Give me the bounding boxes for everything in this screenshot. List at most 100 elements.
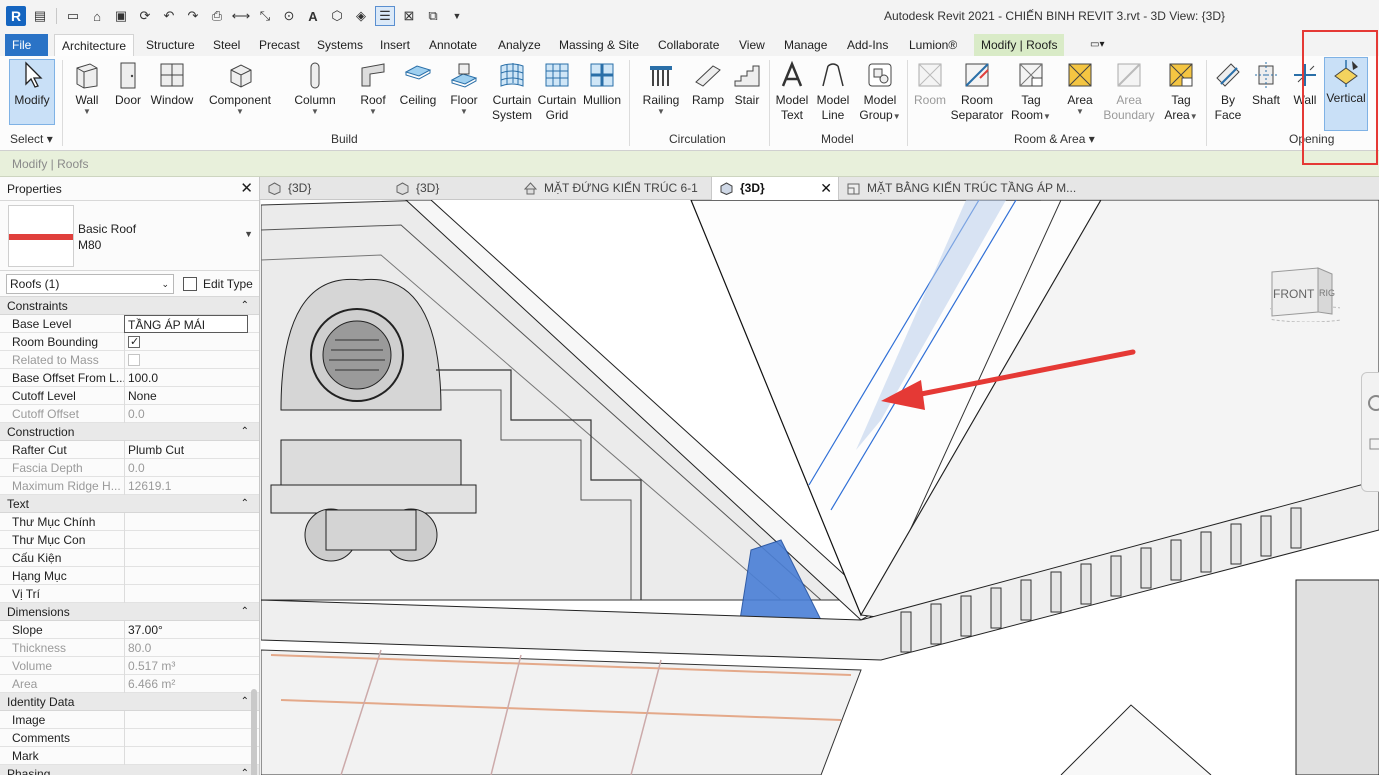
tab-modify-roofs[interactable]: Modify | Roofs [974,34,1065,56]
group-construction[interactable]: Construction ⌃ [0,423,259,441]
view-tab-3d-2[interactable]: {3D} [388,177,513,200]
cutoff-level-field[interactable]: None [124,387,248,405]
ramp-button[interactable]: Ramp [690,60,726,108]
rafter-cut-field[interactable]: Plumb Cut [124,441,248,459]
tab-architecture[interactable]: Architecture [54,34,135,56]
model-line-button[interactable]: Model Line [814,60,852,123]
curtain-system-button[interactable]: Curtain System [490,60,534,123]
tab-add-ins[interactable]: Add-Ins [840,34,895,56]
close-icon[interactable]: ✕ [240,177,253,201]
navigation-bar[interactable] [1361,372,1379,492]
thin-lines-icon[interactable]: ☰ [375,6,395,26]
tab-lumion[interactable]: Lumion® [902,34,964,56]
view-tab-elevation[interactable]: MẶT ĐỨNG KIẾN TRÚC 6-1 [516,177,712,200]
component-button[interactable]: Component ▼ [207,60,273,116]
tab-structure[interactable]: Structure [139,34,202,56]
wall-button[interactable]: Wall ▼ [70,60,104,116]
base-offset-field[interactable]: 100.0 [124,369,248,387]
curtain-grid-button[interactable]: Curtain Grid [536,60,578,123]
edit-type-button[interactable]: Edit Type [180,274,254,294]
tab-precast[interactable]: Precast [252,34,307,56]
modify-button[interactable]: Modify [9,59,55,125]
close-icon[interactable]: ✕ [820,177,832,200]
property-row: Vị Trí [0,585,259,603]
3d-view-icon [720,182,733,195]
redo-icon[interactable]: ↷ [183,6,203,26]
3d-viewport[interactable]: FRONT RIG [261,200,1379,775]
recent-files-icon[interactable]: ▤ [30,6,50,26]
tag-area-button[interactable]: Tag Area▼ [1162,60,1200,123]
group-text[interactable]: Text ⌃ [0,495,259,513]
room-button[interactable]: Room [912,60,948,108]
close-inactive-views-icon[interactable]: ⊠ [399,6,419,26]
type-selector[interactable]: Basic Roof M80 ▼ [0,201,259,271]
tab-view[interactable]: View [732,34,772,56]
view-tab-floor-plan[interactable]: MẶT BẰNG KIẾN TRÚC TẦNG ÁP M... [839,177,1079,200]
ceiling-button[interactable]: Ceiling [398,60,438,108]
tab-file[interactable]: File [5,34,48,56]
by-face-button[interactable]: By Face [1211,60,1245,123]
undo-icon[interactable]: ↶ [159,6,179,26]
tab-collaborate[interactable]: Collaborate [651,34,726,56]
save-icon[interactable]: ▣ [111,6,131,26]
ribbon-minimize-icon[interactable]: ▭▾ [1083,34,1111,56]
model-text-button[interactable]: Model Text [774,60,810,123]
stair-button[interactable]: Stair [730,60,764,108]
tab-manage[interactable]: Manage [777,34,834,56]
tab-insert[interactable]: Insert [373,34,417,56]
tab-analyze[interactable]: Analyze [491,34,548,56]
new-file-icon[interactable]: ▭ [63,6,83,26]
tab-systems[interactable]: Systems [310,34,370,56]
group-phasing[interactable]: Phasing ⌃ [0,765,259,775]
model-group-button[interactable]: Model Group▼ [858,60,902,123]
room-area-panel-label[interactable]: Room & Area ▾ [1014,132,1095,146]
stair-icon [734,65,760,87]
group-constraints[interactable]: Constraints ⌃ [0,297,259,315]
tab-annotate[interactable]: Annotate [422,34,484,56]
view-tab-3d-1[interactable]: {3D} [260,177,388,200]
measure-icon[interactable]: ⟷ [231,6,251,26]
room-bounding-checkbox[interactable] [128,333,140,351]
view-cube[interactable]: FRONT RIG [1270,264,1340,322]
properties-scrollbar[interactable] [251,689,257,775]
collapse-icon: ⌃ [240,300,249,311]
select-panel-label[interactable]: Select ▾ [10,132,53,146]
slope-field[interactable]: 37.00° [124,621,248,639]
floor-button[interactable]: Floor ▼ [447,60,481,116]
shaft-button[interactable]: Shaft [1249,60,1283,108]
property-row: Maximum Ridge H... 12619.1 [0,477,259,495]
tab-massing-site[interactable]: Massing & Site [552,34,646,56]
instance-row: Roofs (1) ⌄ Edit Type [0,271,259,297]
area-boundary-button[interactable]: Area Boundary [1100,60,1158,123]
mullion-button[interactable]: Mullion [580,60,624,108]
group-identity-data[interactable]: Identity Data ⌃ [0,693,259,711]
tag-room-button[interactable]: Tag Room▼ [1011,60,1051,123]
instance-filter-select[interactable]: Roofs (1) ⌄ [6,274,174,294]
base-level-field[interactable]: TẦNG ÁP MÁI [124,315,248,333]
railing-button[interactable]: Railing ▼ [640,60,682,116]
sync-icon[interactable]: ⟳ [135,6,155,26]
view-cube-right[interactable]: RIG [1319,288,1335,298]
aligned-dimension-icon[interactable]: ⤡ [255,6,275,26]
chevron-down-icon[interactable]: ▼ [244,229,253,239]
view-tab-3d-active[interactable]: {3D} ✕ [711,177,839,200]
section-icon[interactable]: ◈ [351,6,371,26]
view-cube-front[interactable]: FRONT [1273,287,1314,301]
roof-button[interactable]: Roof ▼ [356,60,390,116]
window-button[interactable]: Window [150,60,194,108]
room-separator-button[interactable]: Room Separator [950,60,1004,123]
customize-qat-icon[interactable]: ▼ [447,6,467,26]
switch-windows-icon[interactable]: ⧉ [423,6,443,26]
revit-logo-icon[interactable]: R [6,6,26,26]
print-icon[interactable]: ⎙ [207,6,227,26]
text-icon[interactable]: A [303,6,323,26]
tag-icon[interactable]: ⊙ [279,6,299,26]
tab-steel[interactable]: Steel [206,34,247,56]
group-dimensions[interactable]: Dimensions ⌃ [0,603,259,621]
ribbon: Modify Select ▾ Wall ▼ Door Window Compon… [0,56,1379,151]
area-button[interactable]: Area ▼ [1060,60,1100,116]
column-button[interactable]: Column ▼ [293,60,337,116]
open-file-icon[interactable]: ⌂ [87,6,107,26]
door-button[interactable]: Door [112,60,144,108]
default-3d-view-icon[interactable]: ⬡ [327,6,347,26]
